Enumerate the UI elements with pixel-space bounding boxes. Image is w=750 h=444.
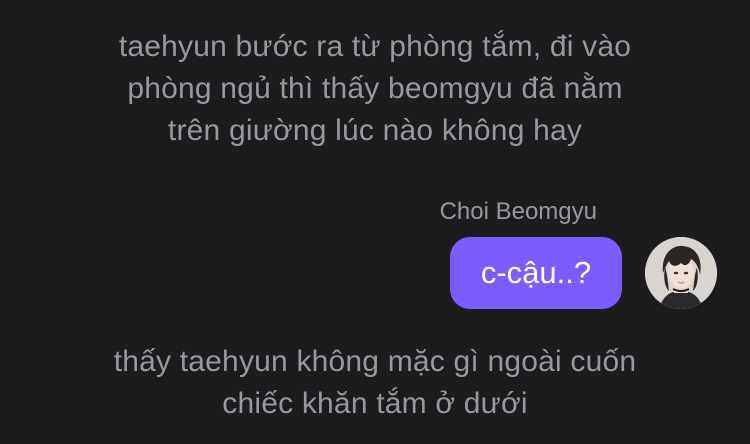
narration-line: chiếc khăn tắm ở dưới (222, 387, 528, 420)
profile-photo-avatar-icon (645, 237, 717, 309)
narration-line: thấy taehyun không mặc gì ngoài cuốn (113, 345, 637, 378)
narration-line: taehyun bước ra từ phòng tắm, đi vào (118, 30, 632, 63)
narration-line: trên giường lúc nào không hay (167, 114, 583, 147)
narration-block-bottom: thấy taehyun không mặc gì ngoài cuốn chi… (0, 341, 750, 425)
sender-name: Choi Beomgyu (439, 198, 597, 225)
message-bubble[interactable]: c-cậu..? (450, 237, 622, 309)
avatar[interactable] (645, 237, 717, 309)
narration-line: phòng ngủ thì thấy beomgyu đã nằm (127, 72, 623, 105)
narration-block-top: taehyun bước ra từ phòng tắm, đi vào phò… (0, 26, 750, 152)
